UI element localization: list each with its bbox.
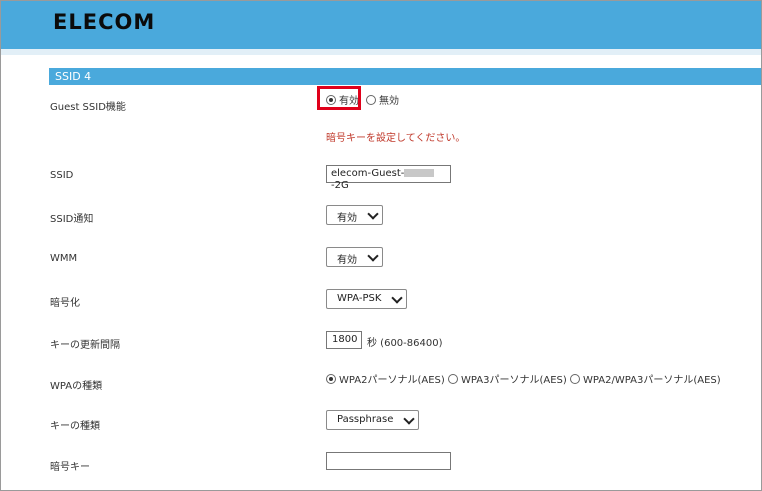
- wpa3-personal-radio[interactable]: WPA3パーソナル(AES): [448, 371, 567, 386]
- passkey-label: 暗号キー: [50, 462, 90, 473]
- guest-ssid-label: Guest SSID機能: [50, 102, 126, 113]
- ssid-label: SSID: [50, 170, 74, 181]
- key-type-label: キーの種類: [50, 421, 100, 432]
- header-bar: ELECOM: [1, 1, 761, 50]
- rekey-interval-unit: 秒 (600-86400): [367, 338, 443, 349]
- chevron-down-icon: [391, 292, 403, 304]
- wmm-select[interactable]: 有効: [326, 247, 383, 267]
- radio-unselected-icon: [366, 95, 376, 105]
- passkey-input[interactable]: [326, 452, 451, 470]
- encryption-label: 暗号化: [50, 298, 80, 309]
- rekey-interval-input[interactable]: 1800: [326, 331, 362, 349]
- router-settings-page: ELECOM SSID 4 Guest SSID機能 有効 無効 暗号キーを設定…: [0, 0, 762, 491]
- ssid-broadcast-label: SSID通知: [50, 214, 94, 225]
- radio-selected-icon: [326, 374, 336, 384]
- radio-unselected-icon: [448, 374, 458, 384]
- wpa-type-label: WPAの種類: [50, 381, 103, 392]
- header-band: [1, 49, 761, 55]
- chevron-down-icon: [367, 250, 379, 262]
- ssid-input[interactable]: elecom-Guest--2G: [326, 165, 451, 191]
- chevron-down-icon: [403, 413, 415, 425]
- wmm-label: WMM: [50, 253, 78, 264]
- rekey-interval-label: キーの更新間隔: [50, 340, 120, 351]
- guest-ssid-disable-radio[interactable]: 無効: [366, 92, 399, 107]
- key-type-select[interactable]: Passphrase: [326, 410, 419, 430]
- error-message: 暗号キーを設定してください。: [326, 133, 466, 144]
- wpa2-wpa3-personal-radio[interactable]: WPA2/WPA3パーソナル(AES): [570, 371, 721, 386]
- ssid-broadcast-select[interactable]: 有効: [326, 205, 383, 225]
- wpa2-personal-radio[interactable]: WPA2パーソナル(AES): [326, 371, 445, 386]
- chevron-down-icon: [367, 208, 379, 220]
- section-header: SSID 4: [49, 68, 761, 85]
- section-title: SSID 4: [55, 70, 92, 83]
- elecom-logo: ELECOM: [53, 10, 156, 34]
- highlight-box: [317, 86, 361, 110]
- masked-text: [404, 169, 435, 177]
- encryption-select[interactable]: WPA-PSK: [326, 289, 407, 309]
- radio-unselected-icon: [570, 374, 580, 384]
